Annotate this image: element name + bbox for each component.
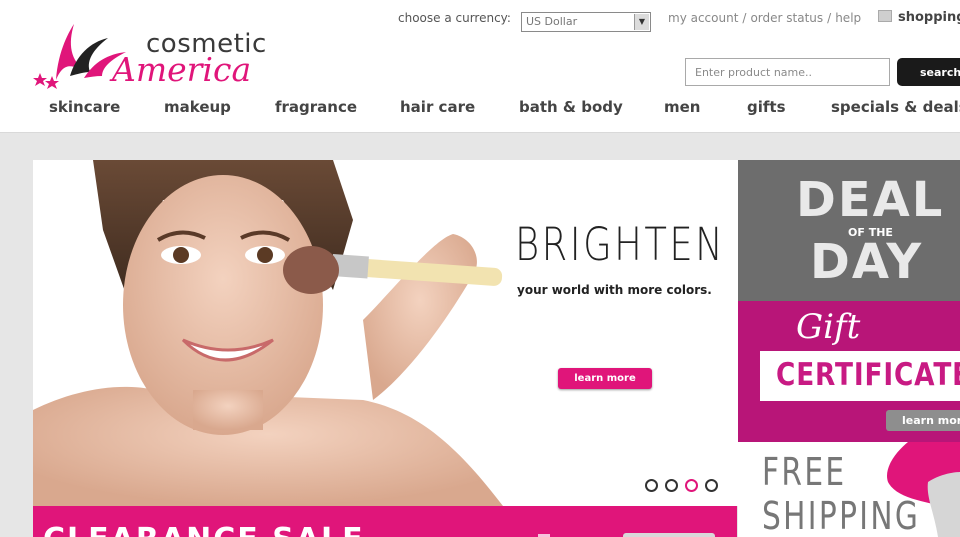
site-header: cosmetic America choose a currency: US D… — [0, 0, 960, 133]
shopping-cart-link[interactable]: shopping — [878, 10, 960, 25]
clearance-button[interactable] — [623, 533, 715, 537]
link-separator: / — [742, 11, 747, 25]
hero-learn-more-button[interactable]: learn more — [558, 368, 652, 389]
hero-subline: your world with more colors. — [517, 283, 712, 297]
clearance-banner[interactable]: CLEARANCE SALE — [33, 506, 737, 537]
slider-dot-1[interactable] — [645, 479, 658, 492]
shipping-word: SHIPPING — [762, 494, 921, 537]
nav-item-specials-deals[interactable]: specials & deals — [831, 98, 960, 116]
chevron-down-icon[interactable]: ▼ — [634, 14, 649, 30]
hero-slider[interactable]: BRIGHTEN your world with more colors. le… — [33, 160, 738, 506]
certificate-word: CERTIFICATE — [776, 357, 960, 393]
gift-learn-more-button[interactable]: learn more — [886, 410, 960, 431]
free-word: FREE — [762, 450, 847, 494]
free-shipping-banner[interactable]: FREE SHIPPING — [738, 442, 960, 537]
slider-dot-4[interactable] — [705, 479, 718, 492]
my-account-link[interactable]: my account — [668, 11, 738, 25]
site-logo[interactable]: cosmetic America — [30, 20, 280, 90]
deal-word: DEAL — [796, 172, 945, 228]
logo-text-bottom: America — [112, 50, 252, 89]
currency-selected-value: US Dollar — [526, 15, 578, 28]
nav-item-men[interactable]: men — [664, 98, 700, 116]
hero-model-image — [33, 160, 523, 506]
order-status-link[interactable]: order status — [750, 11, 823, 25]
help-link[interactable]: help — [835, 11, 861, 25]
cart-label: shopping — [898, 10, 960, 25]
shopping-bag-icon — [878, 10, 892, 22]
currency-label: choose a currency: — [398, 11, 511, 25]
slider-dot-2[interactable] — [665, 479, 678, 492]
account-links: my account / order status / help — [668, 11, 861, 25]
search-input[interactable] — [685, 58, 890, 86]
gift-word: Gift — [796, 307, 861, 347]
clearance-title: CLEARANCE SALE — [43, 522, 365, 537]
nav-item-fragrance[interactable]: fragrance — [275, 98, 357, 116]
nav-item-bath-body[interactable]: bath & body — [519, 98, 623, 116]
hero-headline: BRIGHTEN — [515, 218, 726, 271]
search-button[interactable]: search — [897, 58, 960, 86]
gift-certificate-banner[interactable]: Gift CERTIFICATE learn more — [738, 301, 960, 442]
deal-of-the-day-banner[interactable]: DEAL OF THE DAY — [738, 160, 960, 301]
day-word: DAY — [810, 234, 924, 290]
nav-item-makeup[interactable]: makeup — [164, 98, 231, 116]
nav-item-skincare[interactable]: skincare — [49, 98, 120, 116]
nav-item-hair-care[interactable]: hair care — [400, 98, 475, 116]
main-nav: skincare makeup fragrance hair care bath… — [0, 98, 960, 122]
nav-item-gifts[interactable]: gifts — [747, 98, 786, 116]
link-separator: / — [827, 11, 832, 25]
currency-select[interactable]: US Dollar ▼ — [521, 12, 651, 32]
slider-dot-3[interactable] — [685, 479, 698, 492]
